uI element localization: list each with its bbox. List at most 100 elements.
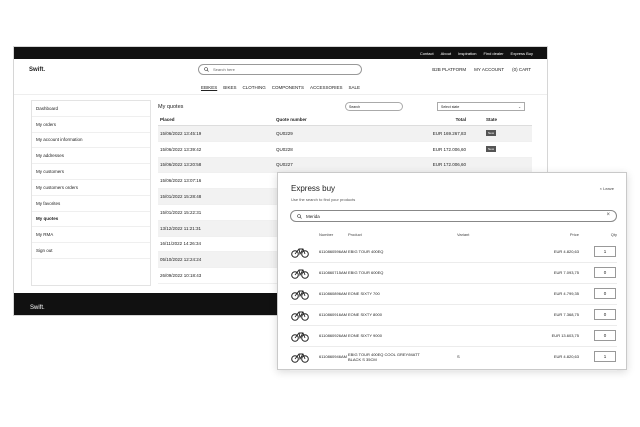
cell-quote: QU0228 bbox=[276, 146, 293, 152]
quantity-input[interactable]: 1 bbox=[594, 246, 616, 257]
col-state: State bbox=[486, 117, 498, 122]
topbar-link-contact[interactable]: Contact bbox=[420, 51, 434, 56]
cell-product: EONE SIXTY 9000 bbox=[348, 333, 382, 338]
sidebar-item-account-info[interactable]: My account information bbox=[32, 133, 150, 149]
bike-icon bbox=[291, 311, 309, 321]
cell-number: 6110860926AM bbox=[319, 333, 347, 338]
leave-button[interactable]: × Leave bbox=[600, 186, 614, 191]
leave-label: Leave bbox=[603, 186, 614, 191]
cell-total: EUR 172.006,60 bbox=[432, 162, 466, 168]
bike-icon bbox=[291, 290, 309, 300]
cell-placed: 05/10/2022 12:24:24 bbox=[160, 257, 202, 263]
list-item[interactable]: 6110860715AM EBIG TOUR 600EQ EUR 7.093,7… bbox=[290, 263, 617, 284]
list-item[interactable]: 6110860896AM EONE SIXTY 700 EUR 4.799,35… bbox=[290, 284, 617, 305]
top-utility-bar: Contact About Inspiration Find dealer Ex… bbox=[14, 47, 547, 59]
col-variant: Variant bbox=[457, 232, 470, 237]
topbar-link-inspiration[interactable]: Inspiration bbox=[458, 51, 476, 56]
sidebar-item-customer-orders[interactable]: My customers orders bbox=[32, 180, 150, 196]
col-number: Number bbox=[319, 232, 334, 237]
sidebar-item-quotes[interactable]: My quotes bbox=[32, 212, 150, 228]
search-icon bbox=[297, 213, 302, 219]
cell-placed: 16/11/2022 14:26:34 bbox=[160, 241, 201, 247]
nav-ebikes[interactable]: EBIKES bbox=[201, 85, 217, 90]
quotes-search-input[interactable]: Search bbox=[345, 102, 403, 111]
cell-total: EUR 169.267,83 bbox=[432, 130, 466, 136]
cell-number: 6110860896AM bbox=[319, 291, 347, 296]
chevron-down-icon: ⌄ bbox=[518, 104, 521, 109]
cell-product: EONE SIXTY 700 bbox=[348, 291, 380, 296]
main-nav: EBIKES BIKES CLOTHING COMPONENTS ACCESSO… bbox=[14, 81, 547, 95]
cell-number: 6110860946AM bbox=[319, 354, 347, 359]
quantity-input[interactable]: 1 bbox=[594, 351, 616, 362]
nav-accessories[interactable]: ACCESSORIES bbox=[310, 85, 343, 90]
search-icon bbox=[204, 67, 209, 72]
cart-link[interactable]: (0) CART bbox=[512, 67, 531, 72]
quotes-header: My quotes Search Select state ⌄ bbox=[158, 100, 532, 114]
sidebar-item-customers[interactable]: My customers bbox=[32, 164, 150, 180]
cell-product: EBIG TOUR 600EQ bbox=[348, 270, 384, 275]
sidebar-item-dashboard[interactable]: Dashboard bbox=[32, 101, 150, 117]
state-select[interactable]: Select state ⌄ bbox=[437, 102, 525, 111]
quantity-input[interactable]: 0 bbox=[594, 330, 616, 341]
cell-placed: 13/12/2022 11:21:31 bbox=[160, 225, 201, 231]
cell-placed: 26/09/2022 10:18:43 bbox=[160, 273, 202, 279]
list-item[interactable]: 6110860946AM EBIG TOUR 400EQ COOL GREY/M… bbox=[290, 347, 617, 371]
sidebar-item-addresses[interactable]: My addresses bbox=[32, 148, 150, 165]
nav-bikes[interactable]: BIKES bbox=[223, 85, 236, 90]
express-buy-modal: Express buy Use the search to find your … bbox=[277, 172, 627, 371]
express-search-value: Merida bbox=[306, 213, 320, 219]
cell-placed: 15/06/2022 13:20:58 bbox=[160, 162, 202, 168]
sidebar-item-favorites[interactable]: My favorites bbox=[32, 196, 150, 212]
quantity-input[interactable]: 0 bbox=[594, 309, 616, 320]
topbar-link-find-dealer[interactable]: Find dealer bbox=[484, 51, 504, 56]
topbar-link-express-buy[interactable]: Express Buy bbox=[511, 51, 533, 56]
site-header: Swift. Search here B2B PLATFORM MY ACCOU… bbox=[14, 59, 547, 81]
site-search-placeholder: Search here bbox=[213, 67, 235, 72]
bike-icon bbox=[291, 332, 309, 342]
state-select-value: Select state bbox=[441, 104, 460, 109]
table-row[interactable]: 15/06/2022 13:39:42 QU0228 EUR 172.006,60 N… bbox=[158, 142, 532, 158]
quantity-input[interactable]: 0 bbox=[594, 288, 616, 299]
list-item[interactable]: 6110860926AM EONE SIXTY 9000 EUR 13.603,… bbox=[290, 326, 617, 347]
header-actions: B2B PLATFORM MY ACCOUNT (0) CART bbox=[432, 67, 531, 72]
quantity-input[interactable]: 0 bbox=[594, 267, 616, 278]
cell-price: EUR 4.799,35 bbox=[553, 291, 579, 296]
express-search-input[interactable]: Merida × bbox=[290, 210, 617, 222]
nav-sale[interactable]: SALE bbox=[349, 85, 361, 90]
cell-price: EUR 7.093,75 bbox=[553, 270, 579, 275]
my-account-link[interactable]: MY ACCOUNT bbox=[474, 67, 504, 72]
cell-product: EONE SIXTY 8000 bbox=[348, 312, 382, 317]
cell-placed: 15/01/2022 15:22:31 bbox=[160, 209, 202, 215]
col-price: Price bbox=[569, 232, 579, 237]
col-placed: Placed bbox=[160, 117, 175, 122]
topbar-link-about[interactable]: About bbox=[441, 51, 451, 56]
site-search-input[interactable]: Search here bbox=[198, 64, 362, 75]
nav-components[interactable]: COMPONENTS bbox=[272, 85, 304, 90]
bike-icon bbox=[291, 248, 309, 258]
site-logo[interactable]: Swift. bbox=[29, 67, 45, 73]
sidebar-item-rma[interactable]: My RMA bbox=[32, 227, 150, 244]
sidebar-item-orders[interactable]: My orders bbox=[32, 117, 150, 133]
clear-search-icon[interactable]: × bbox=[606, 212, 610, 218]
sidebar-item-sign-out[interactable]: Sign out bbox=[32, 243, 150, 259]
cell-price: EUR 4.820,63 bbox=[553, 354, 579, 359]
cell-total: EUR 172.006,60 bbox=[432, 146, 466, 152]
quotes-table-header: Placed Quote number Total State bbox=[158, 114, 532, 126]
modal-subtitle: Use the search to find your products bbox=[291, 197, 356, 202]
col-qty: Qty bbox=[610, 232, 617, 237]
express-table-header: Number Product Variant Price Qty bbox=[290, 229, 617, 241]
cell-price: EUR 4.820,63 bbox=[553, 249, 579, 254]
nav-clothing[interactable]: CLOTHING bbox=[242, 85, 265, 90]
cell-placed: 15/01/2022 15:28:48 bbox=[160, 194, 202, 200]
col-product: Product bbox=[348, 232, 362, 237]
list-item[interactable]: 6110860916AM EONE SIXTY 8000 EUR 7.368,7… bbox=[290, 305, 617, 326]
bike-icon bbox=[291, 353, 309, 363]
b2b-platform-link[interactable]: B2B PLATFORM bbox=[432, 67, 466, 72]
footer-logo: Swift. bbox=[30, 305, 45, 311]
status-badge: New bbox=[486, 130, 497, 137]
cell-number: 6110860916AM bbox=[319, 312, 347, 317]
cell-product: EBIG TOUR 400EQ bbox=[348, 249, 384, 254]
list-item[interactable]: 6110860596AM EBIG TOUR 400EQ EUR 4.820,6… bbox=[290, 242, 617, 263]
table-row[interactable]: 15/06/2022 13:45:19 QU0229 EUR 169.267,83 N… bbox=[158, 126, 532, 142]
cell-placed: 15/06/2022 13:07:16 bbox=[160, 178, 202, 184]
